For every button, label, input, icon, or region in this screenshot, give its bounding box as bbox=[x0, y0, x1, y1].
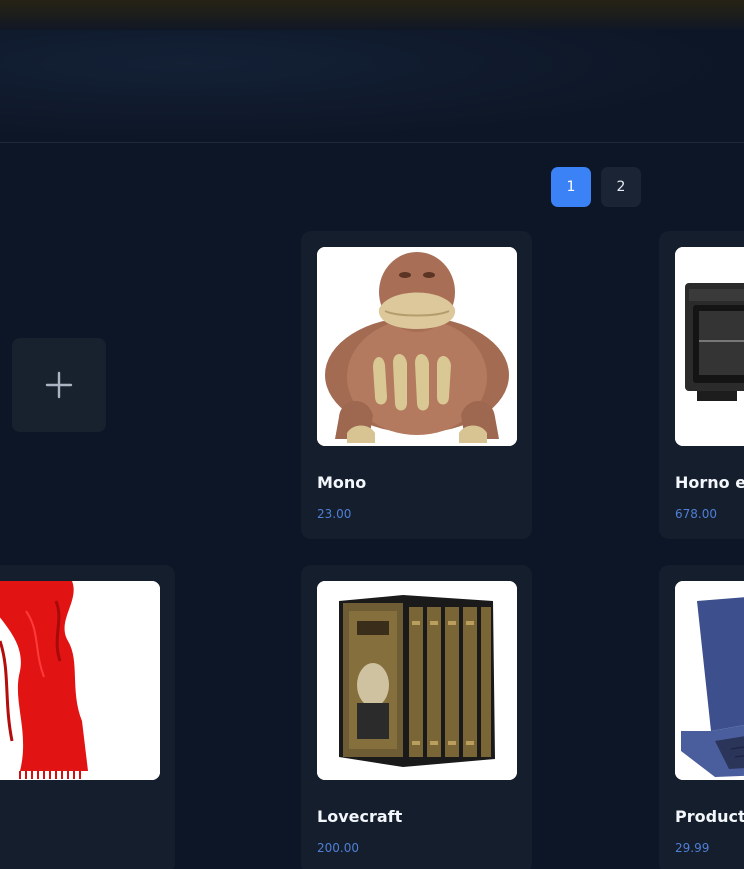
header-area bbox=[0, 30, 744, 142]
product-price: 29.99 bbox=[675, 841, 710, 855]
product-name: Lovecraft bbox=[317, 807, 403, 826]
product-name: Mono bbox=[317, 473, 367, 492]
plus-icon bbox=[45, 371, 73, 399]
product-card[interactable]: Horno el 678.00 bbox=[659, 231, 744, 539]
add-product-button[interactable] bbox=[12, 338, 106, 432]
product-card[interactable]: Product 29.99 bbox=[659, 565, 744, 869]
product-price: 678.00 bbox=[675, 507, 717, 521]
red-scarf-image bbox=[0, 581, 160, 780]
page-button-2[interactable]: 2 bbox=[601, 167, 641, 207]
product-price: 200.00 bbox=[317, 841, 359, 855]
book-boxset-image bbox=[317, 581, 517, 780]
header-divider bbox=[0, 142, 744, 143]
product-list-page: 1 2 Mono 23.00 Horno el 678.00 Lovecraft… bbox=[0, 0, 744, 869]
toaster-oven-image bbox=[675, 247, 744, 446]
pagination: 1 2 bbox=[551, 167, 641, 207]
product-name: Horno el bbox=[675, 473, 744, 492]
laptop-image bbox=[675, 581, 744, 780]
product-card[interactable]: Mono 23.00 bbox=[301, 231, 532, 539]
gorilla-toy-image bbox=[317, 247, 517, 446]
page-button-1[interactable]: 1 bbox=[551, 167, 591, 207]
product-price: 23.00 bbox=[317, 507, 352, 521]
product-name: Product bbox=[675, 807, 744, 826]
product-card[interactable]: nda 0 bbox=[0, 565, 175, 869]
product-card[interactable]: Lovecraft 200.00 bbox=[301, 565, 532, 869]
top-bar bbox=[0, 0, 744, 30]
